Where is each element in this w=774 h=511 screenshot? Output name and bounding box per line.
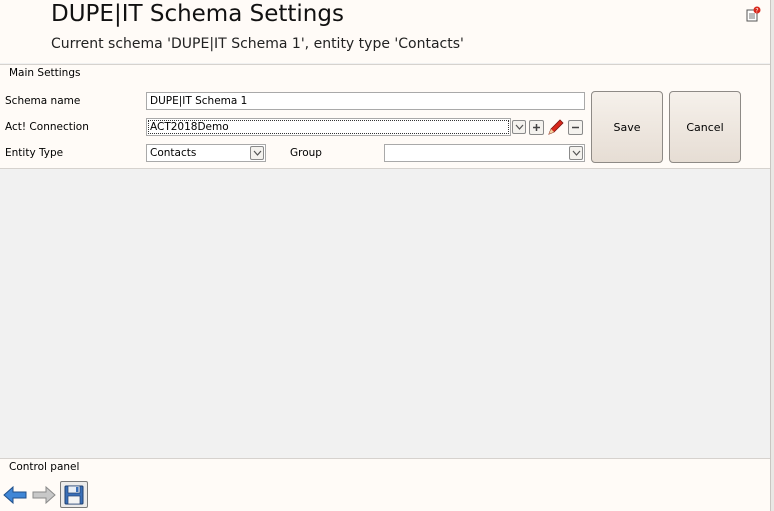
main-settings-label: Main Settings [9,67,81,79]
page-header: DUPE|IT Schema Settings Current schema '… [0,0,771,63]
connection-label: Act! Connection [5,121,89,133]
control-panel-bar: Control panel [0,458,770,477]
connection-select[interactable]: ACT2018Demo [146,118,511,136]
entity-type-label: Entity Type [5,147,64,159]
schema-name-label: Schema name [5,95,81,107]
main-settings-bar: Main Settings [0,64,770,83]
back-arrow-icon[interactable] [1,481,29,508]
group-select[interactable] [384,144,585,162]
control-panel-label: Control panel [9,461,80,473]
control-panel-toolbar [0,476,770,511]
connection-dropdown-button[interactable] [512,120,526,134]
group-dropdown-button[interactable] [569,146,583,160]
entity-type-select[interactable]: Contacts [146,144,266,162]
remove-connection-button[interactable] [568,120,583,135]
save-button[interactable]: Save [591,91,663,163]
svg-text:?: ? [755,8,758,15]
content-area [0,169,770,458]
window-edge [770,0,774,511]
page-title: DUPE|IT Schema Settings [51,1,344,27]
page-subtitle: Current schema 'DUPE|IT Schema 1', entit… [51,36,464,52]
group-label: Group [290,147,322,159]
edit-connection-button[interactable] [546,119,564,136]
cancel-button[interactable]: Cancel [669,91,741,163]
entity-type-dropdown-button[interactable] [250,146,264,160]
help-icon[interactable]: ? [744,5,762,23]
forward-arrow-icon[interactable] [30,481,58,508]
schema-name-input[interactable]: DUPE|IT Schema 1 [146,92,585,110]
save-disk-icon[interactable] [60,481,88,508]
add-connection-button[interactable] [529,120,544,135]
